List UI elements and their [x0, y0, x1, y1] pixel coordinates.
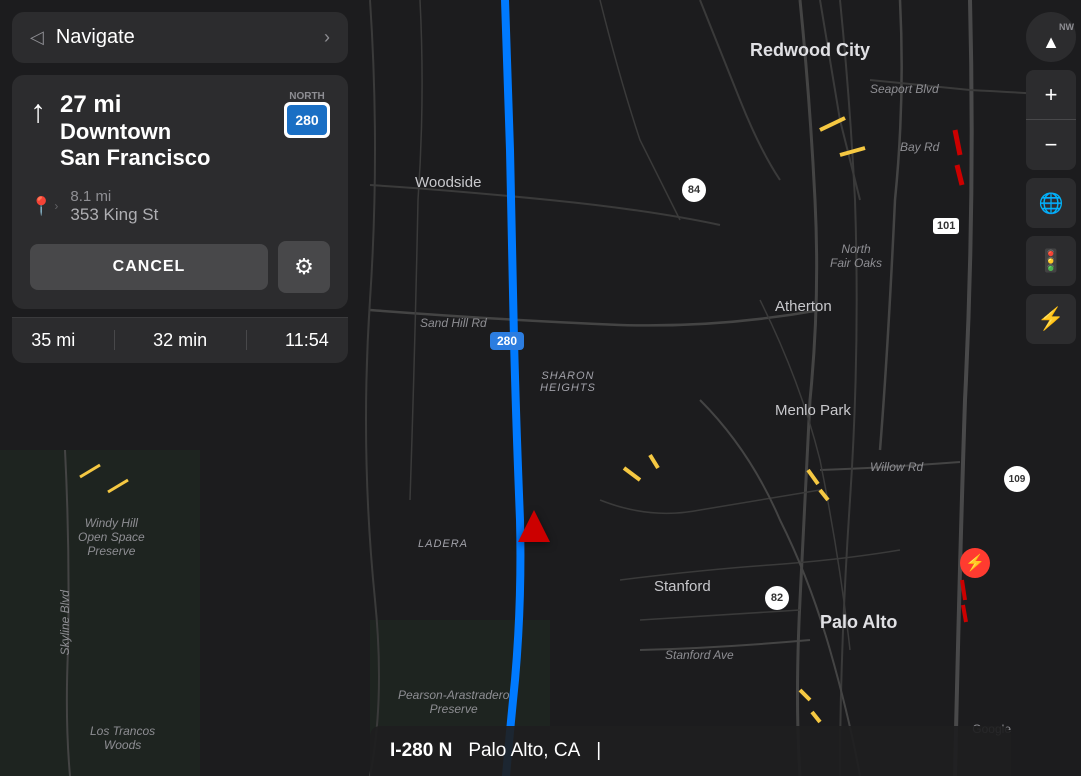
shield-101: 101 [933, 218, 959, 234]
cancel-button[interactable]: CANCEL [30, 244, 268, 290]
navigate-left: ◁ Navigate [30, 26, 135, 49]
route-header-left: ↑ 27 mi DowntownSan Francisco [30, 91, 210, 172]
action-row: CANCEL ⚙ [30, 241, 330, 293]
zoom-controls: + − [1026, 70, 1076, 170]
navigate-arrow-icon: › [324, 27, 330, 48]
zoom-in-button[interactable]: + [1026, 70, 1076, 120]
bottom-location: Palo Alto, CA [468, 740, 580, 762]
vehicle-marker [518, 510, 550, 542]
supercharger-icon[interactable]: ⚡ [960, 548, 990, 578]
waypoint-row: 📍 › 8.1 mi 353 King St [30, 188, 330, 225]
route-badge: NORTH 280 [284, 91, 330, 138]
compass-arrow-icon: ▲ [1042, 32, 1060, 53]
compass-nw-label: NW [1059, 22, 1074, 32]
stats-row: 35 mi 32 min 11:54 [12, 317, 348, 363]
direction-arrow-icon: ↑ [30, 95, 46, 127]
route-header: ↑ 27 mi DowntownSan Francisco NORTH 280 [30, 91, 330, 172]
destination-name: DowntownSan Francisco [60, 119, 210, 172]
navigate-icon: ◁ [30, 27, 44, 48]
navigate-label: Navigate [56, 26, 135, 49]
waypoint-icon: 📍 › [30, 196, 58, 217]
location-pin-icon: 📍 [30, 196, 52, 217]
compass-button[interactable]: NW ▲ [1026, 12, 1076, 62]
stat-arrival: 11:54 [285, 330, 329, 351]
stat-divider-2 [246, 330, 247, 350]
globe-button[interactable]: 🌐 [1026, 178, 1076, 228]
settings-icon: ⚙ [294, 254, 314, 280]
zoom-out-button[interactable]: − [1026, 120, 1076, 170]
shield-280-route: 280 [490, 332, 524, 350]
settings-button[interactable]: ⚙ [278, 241, 330, 293]
waypoint-address: 353 King St [70, 205, 158, 225]
globe-icon: 🌐 [1039, 191, 1064, 216]
waypoint-info: 8.1 mi 353 King St [70, 188, 158, 225]
distance-destination: 27 mi DowntownSan Francisco [60, 91, 210, 172]
route-distance: 27 mi [60, 91, 210, 119]
lightning-icon: ⚡ [1037, 306, 1064, 332]
shield-84: 84 [682, 178, 706, 202]
supercharger-pin[interactable]: ⚡ [960, 548, 990, 578]
lightning-button[interactable]: ⚡ [1026, 294, 1076, 344]
right-controls: NW ▲ + − 🌐 🚦 ⚡ [1021, 0, 1081, 356]
stat-divider-1 [114, 330, 115, 350]
shield-82: 82 [765, 586, 789, 610]
navigate-bar[interactable]: ◁ Navigate › [12, 12, 348, 63]
bottom-route-label: I-280 N [390, 740, 452, 762]
traffic-button[interactable]: 🚦 [1026, 236, 1076, 286]
bottom-bar: I-280 N Palo Alto, CA | [370, 726, 1011, 776]
route-info-card: ↑ 27 mi DowntownSan Francisco NORTH 280 … [12, 75, 348, 309]
bottom-cursor-icon: | [596, 740, 601, 762]
shield-109: 109 [1004, 466, 1030, 492]
stat-total-distance: 35 mi [31, 330, 75, 351]
highway-shield-inner: 280 [287, 105, 327, 135]
highway-number: 280 [295, 112, 318, 128]
highway-shield: 280 [284, 102, 330, 138]
navigation-panel: ◁ Navigate › ↑ 27 mi DowntownSan Francis… [0, 0, 360, 363]
stat-time: 32 min [153, 330, 207, 351]
traffic-light-icon: 🚦 [1037, 248, 1064, 274]
badge-direction: NORTH [289, 91, 325, 102]
waypoint-distance: 8.1 mi [70, 188, 158, 205]
